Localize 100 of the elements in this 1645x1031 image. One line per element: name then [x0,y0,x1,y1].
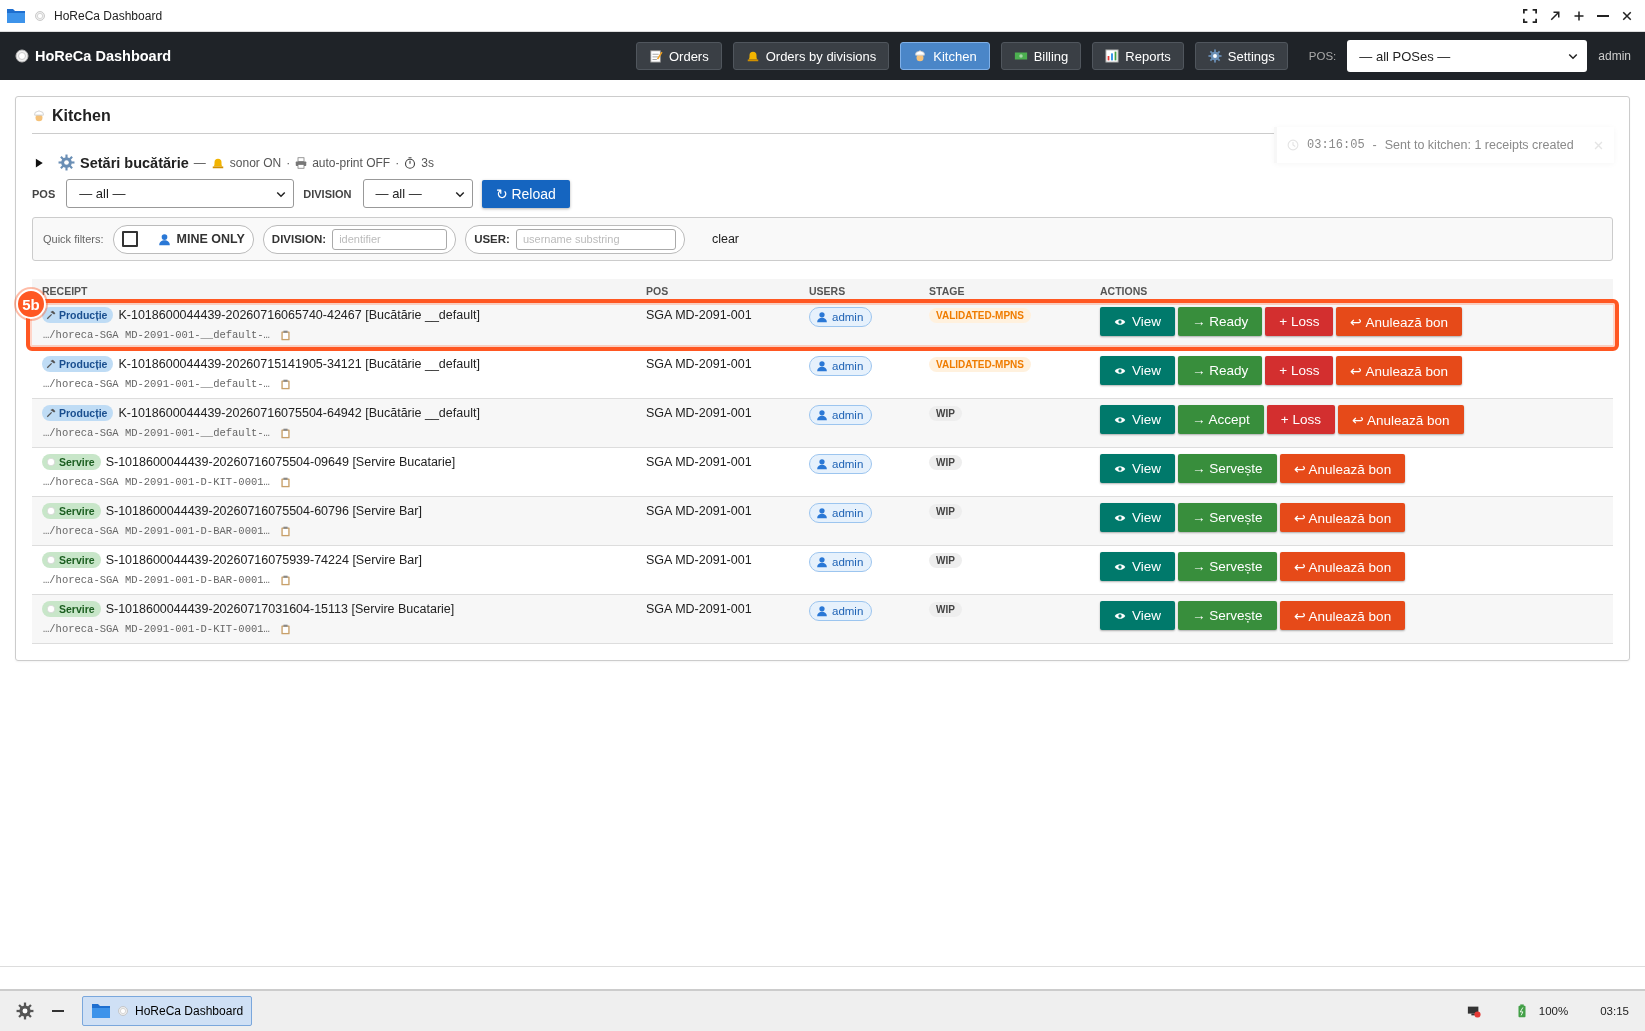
pos-cell: SGA MD-2091-001 [646,455,752,469]
advance-button[interactable]: → Servește [1178,454,1277,483]
clear-link[interactable]: clear [705,231,745,247]
person-icon [816,311,828,323]
cancel-button[interactable]: ↩ Anulează bon [1336,307,1463,336]
person-icon [816,556,828,568]
receipt-path: …/horeca-SGA MD-2091-001-D-BAR-0001… [43,574,270,586]
pos-filter-select[interactable]: — all — [66,179,295,208]
view-button[interactable]: View [1100,601,1176,630]
user-badge: admin [809,307,873,327]
network-icon [1466,1004,1481,1018]
clipboard-icon [279,329,291,341]
loss-button[interactable]: + Loss [1266,405,1335,434]
taskbar-app[interactable]: HoReCa Dashboard [82,996,253,1026]
bar-chart-icon [1105,49,1120,63]
chef-icon [32,109,46,123]
pos-cell: SGA MD-2091-001 [646,504,752,518]
loss-button[interactable]: + Loss [1265,307,1334,336]
column-header: USERS [799,279,919,301]
mine-only-chip[interactable]: MINE ONLY [112,224,254,254]
nav-tab[interactable]: Settings [1194,42,1288,70]
loss-button[interactable]: + Loss [1265,356,1334,385]
nav-tab[interactable]: Reports [1092,42,1184,70]
receipt-path: …/horeca-SGA MD-2091-001-__default-… [43,378,270,390]
division-input[interactable]: identifier [332,228,448,250]
cancel-button[interactable]: ↩ Anulează bon [1336,356,1463,385]
nav-tab[interactable]: Kitchen [900,42,990,70]
toast-separator: - [1372,138,1377,152]
pos-filter-label: POS [32,187,56,200]
minimize-icon [1597,14,1609,17]
pos-select[interactable]: — all POSes — [1347,40,1588,72]
advance-button[interactable]: → Servește [1178,552,1277,581]
receipt-path: …/horeca-SGA MD-2091-001-__default-… [43,427,270,439]
folder-icon [91,1001,111,1021]
view-button[interactable]: View [1100,356,1176,385]
view-button[interactable]: View [1100,405,1176,434]
advance-button[interactable]: → Accept [1178,405,1264,434]
minimize-icon [52,1010,64,1012]
view-button[interactable]: View [1100,552,1176,581]
nav-tab[interactable]: Orders [635,42,722,70]
receipt-id: S-1018600044439-20260716075504-60796 [Servire Bar] [105,504,422,518]
pos-cell: SGA MD-2091-001 [646,406,752,420]
advance-button[interactable]: → Servește [1178,601,1277,630]
person-icon [816,605,828,617]
cancel-button[interactable]: ↩ Anulează bon [1279,601,1406,630]
division-filter-label: DIVISION [303,187,352,200]
pos-cell: SGA MD-2091-001 [646,553,752,567]
user-input[interactable]: username substring [515,228,676,250]
user-badge: admin [809,601,873,621]
user-chip: USER: username substring [465,224,685,254]
settings-title[interactable]: Setări bucătărie [80,154,189,171]
user-badge: admin [809,552,873,572]
nav-tab[interactable]: Orders by divisions [732,42,890,70]
nav-tab[interactable]: Billing [1000,42,1082,70]
plate-icon [46,457,56,467]
expand-triangle-icon [34,157,44,168]
plate-icon [14,48,30,64]
person-icon [816,458,828,470]
clipboard-icon [279,378,291,390]
pos-label: POS: [1308,50,1337,62]
receipt-id: K-1018600044439-20260716075504-64942 [Bucătărie __default] [118,406,480,420]
hammer-icon [46,359,56,369]
battery-level: 100% [1538,1005,1569,1017]
reload-button[interactable]: ↻ Reload [481,179,570,208]
settings-summary-item: 3s [421,155,434,170]
column-header: ACTIONS [1090,279,1613,301]
cancel-button[interactable]: ↩ Anulează bon [1337,405,1464,434]
receipt-path: …/horeca-SGA MD-2091-001-__default-… [43,329,270,341]
cancel-button[interactable]: ↩ Anulează bon [1279,552,1406,581]
cancel-button[interactable]: ↩ Anulează bon [1279,454,1406,483]
receipt-id: S-1018600044439-20260717031604-15113 [Servire Bucatarie] [105,602,455,616]
stage-badge: WIP [929,553,962,568]
clipboard-icon [279,574,291,586]
division-filter-select[interactable]: — all — [362,179,473,208]
view-button[interactable]: View [1100,503,1176,532]
person-icon [816,409,828,421]
close-icon [1593,139,1604,151]
printer-icon [295,156,308,169]
advance-button[interactable]: → Ready [1178,307,1263,336]
pos-cell: SGA MD-2091-001 [646,602,752,616]
settings-summary-item: auto-print OFF [312,155,391,170]
advance-button[interactable]: → Servește [1178,503,1277,532]
checkbox[interactable] [121,231,138,247]
user-badge: admin [809,503,873,523]
column-header: STAGE [919,279,1090,301]
advance-button[interactable]: → Ready [1178,356,1263,385]
clock: 03:15 [1600,1005,1629,1017]
cancel-button[interactable]: ↩ Anulează bon [1279,503,1406,532]
gear-icon [58,154,75,171]
plate-icon [46,506,56,516]
toast-time: 03:16:05 [1307,138,1365,152]
clipboard-icon [279,623,291,635]
gear-icon [1207,49,1222,63]
bell-icon [745,49,760,63]
receipt-id: S-1018600044439-20260716075504-09649 [Servire Bucatarie] [105,455,456,469]
view-button[interactable]: View [1100,454,1176,483]
person-icon [816,360,828,372]
pos-cell: SGA MD-2091-001 [646,357,752,371]
view-button[interactable]: View [1100,307,1176,336]
window-title: HoReCa Dashboard [54,8,163,23]
